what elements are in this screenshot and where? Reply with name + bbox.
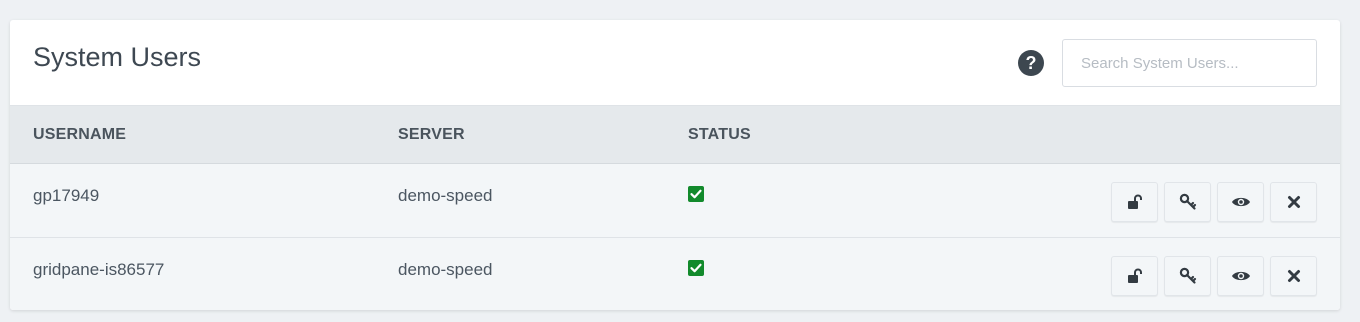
column-header-username: USERNAME	[33, 126, 127, 143]
eye-icon	[1231, 271, 1250, 281]
row-actions	[1111, 256, 1317, 296]
status-checkbox[interactable]	[688, 260, 704, 276]
system-users-card: System Users ? USERNAME SERVER STATUS gp…	[10, 20, 1340, 310]
eye-icon	[1231, 197, 1250, 207]
view-button[interactable]	[1217, 182, 1264, 222]
close-icon	[1287, 270, 1300, 282]
table-row: gridpane-is86577 demo-speed	[10, 237, 1340, 310]
row-actions	[1111, 182, 1317, 222]
table-header: USERNAME SERVER STATUS	[10, 106, 1340, 164]
unlock-button[interactable]	[1111, 182, 1158, 222]
key-icon	[1179, 193, 1196, 210]
server-cell: demo-speed	[398, 260, 493, 279]
page-title: System Users	[33, 42, 202, 72]
question-circle-icon[interactable]: ?	[1018, 50, 1044, 76]
key-button[interactable]	[1164, 182, 1211, 222]
card-header: System Users ?	[10, 20, 1340, 106]
search-input[interactable]	[1062, 39, 1317, 87]
column-header-server: SERVER	[398, 126, 465, 143]
unlock-icon	[1127, 194, 1142, 209]
key-button[interactable]	[1164, 256, 1211, 296]
username-cell: gridpane-is86577	[33, 260, 165, 279]
key-icon	[1179, 267, 1196, 284]
unlock-icon	[1127, 268, 1142, 283]
username-cell: gp17949	[33, 186, 100, 205]
column-header-status: STATUS	[688, 126, 751, 143]
status-checkbox[interactable]	[688, 186, 704, 202]
table-row: gp17949 demo-speed	[10, 164, 1340, 237]
delete-button[interactable]	[1270, 182, 1317, 222]
delete-button[interactable]	[1270, 256, 1317, 296]
close-icon	[1287, 196, 1300, 208]
server-cell: demo-speed	[398, 186, 493, 205]
unlock-button[interactable]	[1111, 256, 1158, 296]
view-button[interactable]	[1217, 256, 1264, 296]
